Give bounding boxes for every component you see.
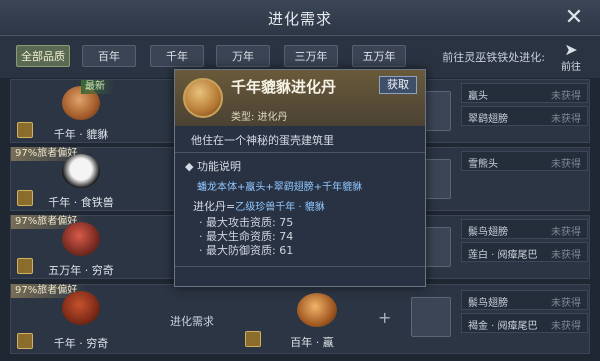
material-item: 莲白 · 阋瘴尾巴 未获得 [461,242,588,262]
tooltip-header: 千年貔貅进化丹 类型: 进化丹 获取 [175,70,425,126]
title-bar: 进化需求 ✕ [0,0,600,36]
paper-plane-icon: ➤ [564,40,578,59]
filter-1000-years[interactable]: 千年 [150,45,204,67]
material-status: 未获得 [551,298,581,309]
material-status: 未获得 [551,159,581,170]
evolution-target: 乙级珍兽千年 · 貔貅 [235,202,325,213]
filter-all[interactable]: 全部品质 [16,45,70,67]
plus-icon: + [378,308,392,327]
goto-button-label: 前往 [561,62,581,73]
creature-card[interactable]: 千年 · 食铁兽 [17,150,163,210]
new-tag: 最新 [81,80,115,94]
material-status: 未获得 [551,250,581,261]
window-title: 进化需求 [267,10,332,28]
result-name: 百年 · 蠃 [290,336,334,349]
material-status: 未获得 [551,91,581,102]
item-tooltip: 千年貔貅进化丹 类型: 进化丹 获取 他住在一个神秘的蛋壳建筑里 ◆ 功能说明 … [174,69,426,287]
material-name: 鬃鸟翅膀 [468,227,508,238]
evolution-line: 进化丹=乙级珍兽千年 · 貔貅 [193,198,325,214]
creature-card[interactable]: 千年 · 穷奇 [17,287,163,350]
material-name: 莲白 · 阋瘴尾巴 [468,250,538,261]
filter-30000-years[interactable]: 三万年 [284,45,338,67]
crown-badge-icon [245,331,261,347]
creature-portrait [62,222,100,256]
creature-portrait [62,154,100,188]
close-icon[interactable]: ✕ [562,6,586,30]
item-type: 类型: 进化丹 [231,112,288,123]
material-name: 鬃鸟翅膀 [468,298,508,309]
tooltip-body: 他住在一个神秘的蛋壳建筑里 ◆ 功能说明 蟠龙本体+蠃头+翠鹞翅膀+千年貔貅 进… [175,126,425,286]
creature-card[interactable]: 五万年 · 穷奇 [17,218,163,278]
section-title: ◆ 功能说明 [185,160,241,173]
material-item: 鬃鸟翅膀 未获得 [461,290,588,310]
filter-50000-years[interactable]: 五万年 [352,45,406,67]
material-item: 鬃鸟翅膀 未获得 [461,219,588,239]
creature-name: 五万年 · 穷奇 [48,264,114,277]
material-item: 蠃头 未获得 [461,83,588,103]
material-status: 未获得 [551,114,581,125]
evolution-pill-icon [183,78,223,118]
goto-button[interactable]: ➤ 前往 [554,40,588,74]
recipe-text: 蟠龙本体+蠃头+翠鹞翅膀+千年貔貅 [197,178,362,193]
item-description: 他住在一个神秘的蛋壳建筑里 [191,134,334,147]
recipe-formula: 蟠龙本体+蠃头+翠鹞翅膀+千年貔貅 [197,182,363,193]
creature-name: 千年 · 食铁兽 [48,196,114,209]
stat-defense: · 最大防御资质: 61 [199,244,294,257]
divider [175,266,425,267]
creature-name: 千年 · 貔貅 [53,128,109,141]
obtain-button[interactable]: 获取 [379,76,417,94]
creature-name: 千年 · 穷奇 [53,337,109,350]
material-slot[interactable] [411,297,451,337]
material-status: 未获得 [551,321,581,332]
divider [175,152,425,153]
filter-10000-years[interactable]: 万年 [216,45,270,67]
material-name: 蠃头 [468,91,488,102]
evolution-requirement-label: 进化需求 [170,315,214,328]
material-item: 雪熊头 未获得 [461,151,588,171]
evolution-prefix: 进化丹= [193,200,236,213]
item-title: 千年貔貅进化丹 [231,78,337,96]
material-status: 未获得 [551,227,581,238]
material-name: 雪熊头 [468,159,498,170]
goto-prompt: 前往灵巫铁铁处进化: [442,51,545,64]
material-item: 翠鹞翅膀 未获得 [461,106,588,126]
creature-portrait [62,291,100,325]
result-portrait [297,293,337,327]
material-name: 翠鹞翅膀 [468,114,508,125]
material-item: 褐金 · 阋瘴尾巴 未获得 [461,313,588,333]
material-name: 褐金 · 阋瘴尾巴 [468,321,538,332]
filter-100-years[interactable]: 百年 [82,45,136,67]
